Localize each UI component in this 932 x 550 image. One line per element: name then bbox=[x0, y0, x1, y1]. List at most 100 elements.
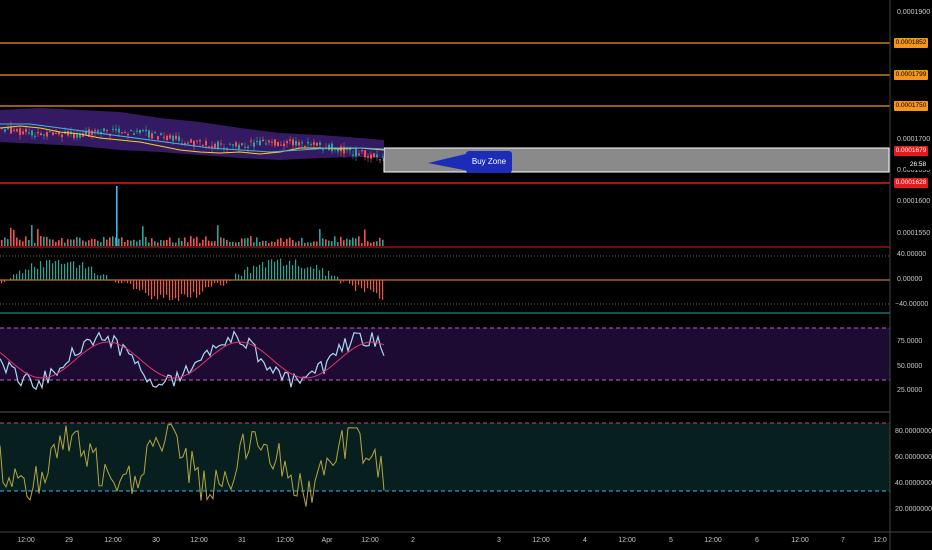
macd-bar bbox=[286, 264, 288, 280]
trading-chart[interactable] bbox=[0, 0, 932, 550]
volume-bar bbox=[124, 242, 126, 246]
volume-bar bbox=[268, 242, 270, 246]
price-tag-1799[interactable]: 0.0001799 bbox=[894, 70, 928, 80]
macd-bar bbox=[343, 280, 345, 282]
candle-body bbox=[49, 131, 51, 133]
candle-body bbox=[190, 139, 192, 143]
volume-bar bbox=[55, 241, 57, 246]
macd-bar bbox=[199, 280, 201, 295]
macd-bar bbox=[1, 280, 3, 284]
volume-bar bbox=[223, 238, 225, 246]
macd-bar bbox=[52, 263, 54, 280]
buy-zone-label[interactable]: Buy Zone bbox=[466, 151, 512, 173]
candle-body bbox=[319, 142, 321, 145]
price-tag-1852[interactable]: 0.0001852 bbox=[894, 38, 928, 48]
candle-body bbox=[28, 132, 30, 134]
macd-bar bbox=[82, 262, 84, 280]
volume-bar bbox=[349, 239, 351, 246]
volume-bar bbox=[325, 239, 327, 246]
macd-bar bbox=[241, 275, 243, 280]
volume-bar bbox=[229, 241, 231, 246]
stoch-axis-label: 60.0000000 bbox=[895, 454, 932, 461]
volume-bar bbox=[94, 239, 96, 246]
volume-bar bbox=[145, 237, 147, 246]
volume-bar bbox=[232, 241, 234, 246]
candle-body bbox=[4, 129, 6, 132]
volume-bar bbox=[4, 237, 6, 246]
volume-bar bbox=[322, 238, 324, 246]
stoch-axis-label: 80.0000000 bbox=[895, 428, 932, 435]
macd-bar bbox=[130, 280, 132, 284]
volume-bar bbox=[160, 240, 162, 246]
macd-bar bbox=[73, 261, 75, 280]
price-tag-current[interactable]: 0.0001679 bbox=[894, 146, 928, 156]
volume-bar bbox=[157, 242, 159, 246]
stoch-axis-label: 20.0000000 bbox=[895, 506, 932, 513]
candle-body bbox=[130, 130, 132, 132]
candle-body bbox=[271, 141, 273, 143]
macd-bar bbox=[49, 259, 51, 280]
candle-body bbox=[280, 144, 282, 146]
volume-bar bbox=[172, 242, 174, 246]
macd-bar bbox=[262, 261, 264, 280]
candle-body bbox=[25, 129, 27, 132]
macd-bar bbox=[325, 275, 327, 280]
candle-body bbox=[112, 128, 114, 130]
time-label: 3 bbox=[497, 537, 501, 544]
price-label: 0.0001550 bbox=[897, 230, 931, 237]
candle-body bbox=[265, 143, 267, 145]
bar-countdown: 26:58 bbox=[906, 160, 930, 170]
candle-body bbox=[277, 142, 279, 146]
volume-bar bbox=[307, 242, 309, 246]
macd-bar bbox=[313, 268, 315, 280]
candle-body bbox=[301, 142, 303, 144]
volume-bar bbox=[187, 242, 189, 246]
macd-bar bbox=[340, 280, 342, 284]
time-label: 12:00 bbox=[104, 537, 122, 544]
macd-bar bbox=[376, 280, 378, 294]
macd-bar bbox=[319, 270, 321, 280]
volume-bar bbox=[127, 239, 129, 246]
time-label: 12:00 bbox=[532, 537, 550, 544]
macd-bar bbox=[76, 267, 78, 280]
volume-bar bbox=[331, 241, 333, 246]
volume-bar bbox=[184, 237, 186, 246]
macd-bar bbox=[175, 280, 177, 299]
volume-bar bbox=[367, 241, 369, 246]
price-tag-1628[interactable]: 0.0001628 bbox=[894, 178, 928, 188]
volume-bar bbox=[310, 242, 312, 246]
stoch-axis-label: 40.0000000 bbox=[895, 480, 932, 487]
macd-bar bbox=[346, 280, 348, 281]
volume-bar bbox=[103, 237, 105, 246]
price-tag-1750[interactable]: 0.0001750 bbox=[894, 101, 928, 111]
candle-body bbox=[355, 148, 357, 157]
volume-bar bbox=[247, 237, 249, 246]
candle-body bbox=[262, 139, 264, 142]
volume-bar bbox=[250, 236, 252, 246]
macd-bar bbox=[379, 280, 381, 299]
candle-body bbox=[157, 136, 159, 140]
volume-bar bbox=[46, 236, 48, 246]
macd-bar bbox=[280, 258, 282, 280]
macd-bar bbox=[304, 268, 306, 280]
macd-bar bbox=[145, 280, 147, 294]
macd-bar bbox=[31, 263, 33, 280]
price-label: 0.0001700 bbox=[897, 136, 931, 143]
candle-body bbox=[37, 131, 39, 134]
candle-body bbox=[274, 139, 276, 146]
candle-body bbox=[316, 142, 318, 146]
macd-bar bbox=[91, 266, 93, 280]
time-label: 5 bbox=[669, 537, 673, 544]
candle-body bbox=[250, 140, 252, 142]
candle-body bbox=[238, 144, 240, 150]
macd-bar bbox=[157, 280, 159, 300]
volume-bar bbox=[97, 240, 99, 246]
candle-body bbox=[61, 134, 63, 137]
volume-bar bbox=[262, 240, 264, 246]
candle-body bbox=[244, 146, 246, 148]
macd-bar bbox=[37, 268, 39, 280]
volume-bar bbox=[283, 241, 285, 246]
candle-body bbox=[103, 128, 105, 132]
candle-body bbox=[118, 128, 120, 133]
candle-body bbox=[169, 135, 171, 139]
